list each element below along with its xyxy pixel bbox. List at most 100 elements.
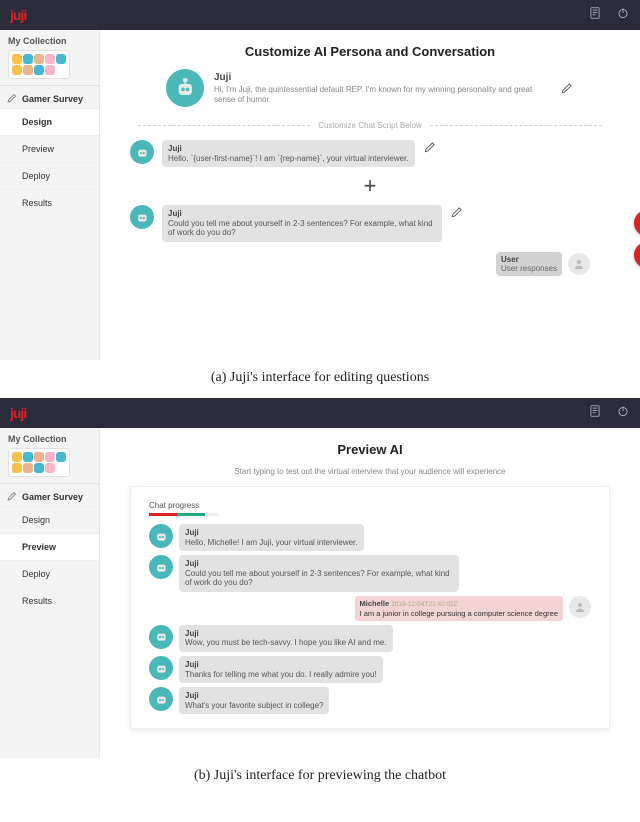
user-text: User responses — [501, 264, 557, 273]
preview-bubble: Juji Thanks for telling me what you do. … — [179, 656, 383, 683]
bot-avatar-sm — [149, 625, 173, 649]
sidebar: My Collection Gamer Survey Design Previe… — [0, 428, 100, 758]
bubble-name: Juji — [185, 629, 387, 639]
edit-persona-button[interactable] — [560, 81, 574, 95]
bot-avatar-sm — [149, 687, 173, 711]
preview-content: Preview AI Start typing to test out the … — [100, 428, 640, 758]
robot-icon — [153, 628, 170, 645]
chat-progress-bar — [149, 513, 219, 516]
edit-msg1-button[interactable] — [423, 140, 437, 154]
robot-icon — [134, 144, 151, 161]
user-avatar — [568, 253, 590, 275]
bubble-text: What's your favorite subject in college? — [185, 701, 323, 710]
layout-row: My Collection Gamer Survey Design Previe… — [0, 428, 640, 758]
project-name: Gamer Survey — [22, 94, 83, 104]
nav-deploy[interactable]: Deploy — [0, 560, 99, 587]
bot-avatar-sm — [130, 140, 154, 164]
script-bubble-2[interactable]: Juji Could you tell me about yourself in… — [162, 205, 442, 242]
bubble-text: Hello, `{user-first-name}`! I am `{rep-n… — [168, 154, 409, 163]
nav-results[interactable]: Results — [0, 587, 99, 614]
preview-msg-2: Juji Could you tell me about yourself in… — [149, 555, 591, 592]
robot-icon — [153, 691, 170, 708]
pencil-icon — [6, 92, 18, 104]
preview-bubble: Juji Could you tell me about yourself in… — [179, 555, 459, 592]
page-title: Preview AI — [110, 442, 630, 457]
collection-label: My Collection — [8, 434, 91, 444]
sidebar-collection[interactable]: My Collection — [0, 30, 99, 85]
bubble-text: Wow, you must be tech-savvy. I hope you … — [185, 638, 387, 647]
topbar: juji — [0, 398, 640, 428]
bubble-name: Juji — [168, 144, 409, 154]
doc-icon[interactable] — [588, 404, 602, 423]
topbar: juji — [0, 0, 640, 30]
edit-msg2-button[interactable] — [450, 205, 464, 219]
page-title: Customize AI Persona and Conversation — [130, 44, 610, 59]
user-timestamp: 2018-12-04T21:42:02Z — [391, 601, 458, 608]
user-label: User — [501, 255, 519, 264]
persona-desc: Hi, I'm Juji, the quintessential default… — [214, 85, 532, 104]
robot-icon — [153, 559, 170, 576]
user-reply-bubble: Michelle 2018-12-04T21:42:02Z I am a jun… — [355, 596, 563, 621]
bubble-text: Hello, Michelle! I am Juji, your virtual… — [185, 538, 358, 547]
preview-reply-3: Juji What's your favorite subject in col… — [149, 687, 591, 714]
bubble-name: Juji — [185, 660, 377, 670]
preview-bubble: Juji What's your favorite subject in col… — [179, 687, 329, 714]
script-bubble-1[interactable]: Juji Hello, `{user-first-name}`! I am `{… — [162, 140, 415, 167]
chat-progress-label: Chat progress — [149, 501, 591, 510]
project-name: Gamer Survey — [22, 492, 83, 502]
robot-icon — [134, 209, 151, 226]
preview-msg-1: Juji Hello, Michelle! I am Juji, your vi… — [149, 524, 591, 551]
bot-avatar — [166, 69, 204, 107]
script-separator: Customize Chat Script Below — [130, 121, 610, 130]
layout-row: My Collection Gamer Survey Design Previe… — [0, 30, 640, 360]
nav-preview[interactable]: Preview — [0, 135, 99, 162]
bot-avatar-sm — [149, 656, 173, 680]
bot-avatar-sm — [149, 524, 173, 548]
sidebar: My Collection Gamer Survey Design Previe… — [0, 30, 100, 360]
sidebar-group: Gamer Survey Design Preview Deploy Resul… — [0, 483, 99, 614]
collection-label: My Collection — [8, 36, 91, 46]
person-icon — [573, 258, 585, 270]
preview-user-msg: Michelle 2018-12-04T21:42:02Z I am a jun… — [149, 596, 591, 621]
app-editing: juji My Collection Gamer Survey Design P… — [0, 0, 640, 360]
user-text: I am a junior in college pursuing a comp… — [360, 609, 558, 618]
doc-icon[interactable] — [588, 6, 602, 25]
sidebar-collection[interactable]: My Collection — [0, 428, 99, 483]
code-button[interactable] — [634, 242, 640, 268]
power-icon[interactable] — [616, 6, 630, 25]
floating-actions — [634, 210, 640, 268]
persona-text: Juji Hi, I'm Juji, the quintessential de… — [214, 72, 550, 104]
top-icons — [588, 404, 630, 423]
sidebar-project-label[interactable]: Gamer Survey — [0, 86, 99, 108]
nav-design[interactable]: Design — [0, 108, 99, 135]
app-preview: juji My Collection Gamer Survey Design P… — [0, 398, 640, 758]
logo: juji — [10, 7, 26, 23]
bubble-text: Could you tell me about yourself in 2-3 … — [168, 219, 433, 238]
collection-avatars — [8, 448, 70, 477]
location-button[interactable] — [634, 210, 640, 236]
add-step-button[interactable]: + — [130, 173, 610, 199]
nav-results[interactable]: Results — [0, 189, 99, 216]
bubble-text: Thanks for telling me what you do. I rea… — [185, 670, 377, 679]
power-icon[interactable] — [616, 404, 630, 423]
bubble-name: Juji — [185, 559, 453, 569]
top-icons — [588, 6, 630, 25]
bubble-name: Juji — [185, 528, 358, 538]
pencil-icon — [6, 490, 18, 502]
sidebar-project-label[interactable]: Gamer Survey — [0, 484, 99, 506]
user-bubble[interactable]: User User responses — [496, 252, 562, 276]
person-icon — [574, 601, 586, 613]
bubble-name: Juji — [185, 691, 323, 701]
bot-avatar-sm — [149, 555, 173, 579]
nav-preview[interactable]: Preview — [0, 533, 99, 560]
bot-avatar-sm — [130, 205, 154, 229]
edit-content: Customize AI Persona and Conversation Ju… — [100, 30, 640, 360]
bubble-name: Juji — [168, 209, 436, 219]
script-msg-2: Juji Could you tell me about yourself in… — [130, 205, 610, 242]
script-msg-1: Juji Hello, `{user-first-name}`! I am `{… — [130, 140, 610, 167]
preview-reply-2: Juji Thanks for telling me what you do. … — [149, 656, 591, 683]
sidebar-group: Gamer Survey Design Preview Deploy Resul… — [0, 85, 99, 216]
nav-deploy[interactable]: Deploy — [0, 162, 99, 189]
nav-design[interactable]: Design — [0, 506, 99, 533]
logo: juji — [10, 405, 26, 421]
